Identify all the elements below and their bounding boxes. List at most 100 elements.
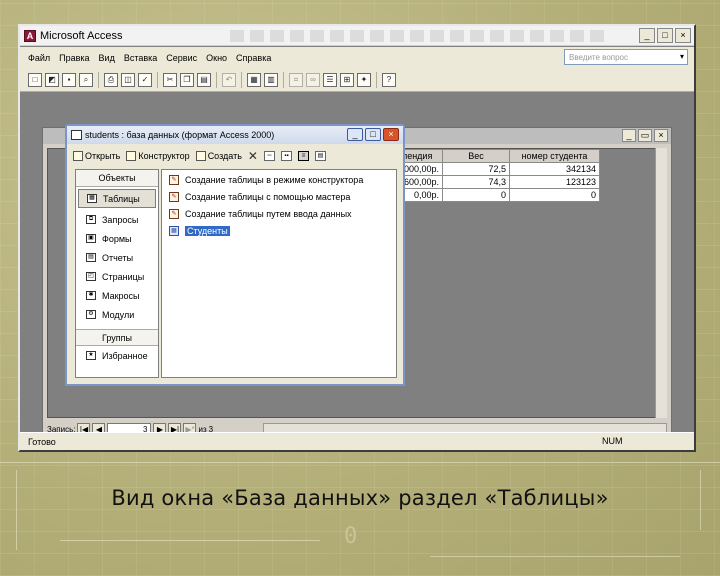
create-button-label: Создать <box>207 151 242 161</box>
database-window: students : база данных (формат Access 20… <box>65 124 405 386</box>
object-macros[interactable]: ✱ Макросы <box>76 286 158 305</box>
list-view-icon[interactable]: ≡ <box>297 151 309 161</box>
object-modules[interactable]: ⚙ Модули <box>76 305 158 324</box>
list-item[interactable]: ✎ Создание таблицы с помощью мастера <box>162 189 396 204</box>
status-bar: Готово NUM <box>20 432 694 450</box>
office-links-icon[interactable]: ▦ <box>247 72 261 87</box>
copy-icon[interactable]: ❐ <box>180 72 194 87</box>
main-toolbar: □ ◩ ▪ ⌕ ⎙ ◫ ✓ ✂ ❐ ▤ ↶ ▦ ▥ ⌗ ∞ ☰ ⊞ ✦ ? <box>20 68 694 92</box>
menu-window[interactable]: Окно <box>206 53 227 63</box>
chevron-down-icon[interactable]: ▾ <box>680 52 684 61</box>
table-cell[interactable]: 342134 <box>509 162 600 176</box>
table-cell[interactable]: 74,3 <box>442 175 510 189</box>
object-label: Макросы <box>102 290 140 301</box>
bg-decoration-icon: 0 <box>344 524 358 549</box>
open-icon <box>73 151 83 161</box>
group-favorites[interactable]: ★ Избранное <box>76 346 158 365</box>
bg-trace <box>16 470 17 550</box>
app-title: Microsoft Access <box>40 29 123 42</box>
table-cell[interactable]: 123123 <box>509 175 600 189</box>
menu-file[interactable]: Файл <box>28 53 50 63</box>
spelling-icon[interactable]: ✓ <box>138 72 152 87</box>
open-button[interactable]: Открыть <box>73 151 120 161</box>
save-icon[interactable]: ▪ <box>62 72 76 87</box>
menu-help[interactable]: Справка <box>236 53 271 63</box>
app-maximize-button[interactable]: □ <box>657 28 673 43</box>
app-close-button[interactable]: × <box>675 28 691 43</box>
help-icon[interactable]: ? <box>382 72 396 87</box>
menu-tools[interactable]: Сервис <box>166 53 197 63</box>
design-button[interactable]: Конструктор <box>126 151 190 161</box>
print-preview-icon[interactable]: ◫ <box>121 72 135 87</box>
object-reports[interactable]: ▤ Отчеты <box>76 248 158 267</box>
object-label: Формы <box>102 233 132 244</box>
groups-header[interactable]: Группы <box>76 329 158 346</box>
object-queries[interactable]: ⧉ Запросы <box>76 210 158 229</box>
toolbar-divider <box>376 71 377 88</box>
datasheet-restore-button[interactable]: ▭ <box>638 129 652 142</box>
table-header-row: Стипендия Вес номер студента <box>376 149 600 163</box>
help-search-input[interactable]: Введите вопрос ▾ <box>564 49 688 65</box>
print-icon[interactable]: ⎙ <box>104 72 118 87</box>
db-close-button[interactable]: × <box>383 128 399 141</box>
list-item-label: Студенты <box>185 225 230 236</box>
list-item[interactable]: ▦ Студенты <box>162 223 396 238</box>
bg-trace <box>60 540 320 541</box>
small-icons-view-icon[interactable]: ▪▪ <box>280 151 292 161</box>
object-label: Отчеты <box>102 252 134 263</box>
object-tables[interactable]: ▦ Таблицы <box>78 189 156 208</box>
cut-icon[interactable]: ✂ <box>163 72 177 87</box>
menu-view[interactable]: Вид <box>99 53 115 63</box>
search-file-icon[interactable]: ⌕ <box>79 72 93 87</box>
relationships-icon[interactable]: ⊞ <box>340 72 354 87</box>
menu-edit[interactable]: Правка <box>59 53 89 63</box>
report-icon: ▤ <box>86 253 96 262</box>
column-header[interactable]: Вес <box>442 149 510 163</box>
design-wizard-icon: ✎ <box>169 174 179 185</box>
properties-icon[interactable]: ☰ <box>323 72 337 87</box>
toolbar-divider <box>157 71 158 88</box>
app-title-bar: A Microsoft Access _ □ × <box>20 26 694 46</box>
query-icon: ⧉ <box>86 215 96 224</box>
paste-icon[interactable]: ▤ <box>197 72 211 87</box>
script-editor-icon[interactable]: ∞ <box>306 72 320 87</box>
undo-icon[interactable]: ↶ <box>222 72 236 87</box>
design-button-label: Конструктор <box>138 151 190 161</box>
list-item[interactable]: ✎ Создание таблицы путем ввода данных <box>162 206 396 221</box>
open-button-label: Открыть <box>85 151 121 161</box>
new-file-icon[interactable]: □ <box>28 72 42 87</box>
table-cell[interactable]: 0 <box>442 188 510 202</box>
list-item-label: Создание таблицы в режиме конструктора <box>185 174 364 185</box>
column-header[interactable]: номер студента <box>509 149 600 163</box>
analyze-icon[interactable]: ▥ <box>264 72 278 87</box>
design-icon <box>126 151 137 161</box>
datasheet-vertical-scrollbar[interactable] <box>655 148 667 418</box>
object-forms[interactable]: ▣ Формы <box>76 229 158 248</box>
table-cell[interactable]: 72,5 <box>442 162 510 176</box>
datasheet-close-button[interactable]: × <box>654 129 668 142</box>
menu-insert[interactable]: Вставка <box>124 53 157 63</box>
datasheet-minimize-button[interactable]: _ <box>622 129 636 142</box>
details-view-icon[interactable]: ▤ <box>314 151 326 161</box>
table-row: 0,00р. 0 0 <box>376 188 600 202</box>
large-icons-view-icon[interactable]: ▫▫ <box>263 151 275 161</box>
toolbar-divider <box>241 71 242 88</box>
delete-icon[interactable]: ✕ <box>248 150 258 162</box>
object-pages[interactable]: ◰ Страницы <box>76 267 158 286</box>
list-item[interactable]: ✎ Создание таблицы в режиме конструктора <box>162 172 396 187</box>
table-cell[interactable]: 0 <box>509 188 600 202</box>
access-main-window: A Microsoft Access _ □ × Файл Правка Вид… <box>18 24 696 452</box>
app-minimize-button[interactable]: _ <box>639 28 655 43</box>
objects-header[interactable]: Объекты <box>76 170 158 187</box>
open-folder-icon[interactable]: ◩ <box>45 72 59 87</box>
new-object-icon[interactable]: ✦ <box>357 72 371 87</box>
create-button[interactable]: Создать <box>195 151 242 161</box>
table-icon: ▦ <box>169 225 179 236</box>
list-item-label: Создание таблицы с помощью мастера <box>185 191 351 202</box>
object-label: Запросы <box>102 214 139 225</box>
object-label: Страницы <box>102 271 145 282</box>
code-icon[interactable]: ⌗ <box>289 72 303 87</box>
db-minimize-button[interactable]: _ <box>347 128 363 141</box>
db-maximize-button[interactable]: □ <box>365 128 381 141</box>
toolbar-divider <box>283 71 284 88</box>
